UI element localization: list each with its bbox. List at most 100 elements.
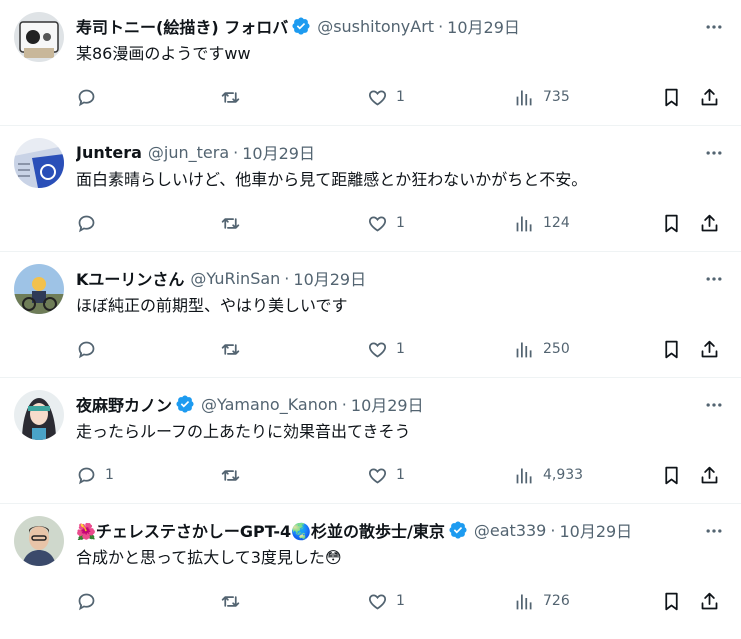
views-button[interactable]: 726 [514, 588, 570, 614]
bookmark-icon [665, 88, 678, 106]
tweet-text: 某86漫画のようですww [76, 44, 251, 63]
tweet[interactable]: 寿司トニー(絵描き) フォロバ @sushitonyArt · 10月29日 某… [0, 0, 741, 126]
tweet-date[interactable]: 10月29日 [447, 14, 520, 38]
reply-button[interactable] [76, 84, 105, 110]
heart-icon [368, 215, 387, 232]
tweet[interactable]: Juntera @jun_tera · 10月29日 面白素晴らしいけど、他車か… [0, 126, 741, 252]
more-icon[interactable] [701, 518, 727, 544]
bookmark-icon [665, 214, 678, 232]
separator-dot: · [284, 268, 290, 288]
author-handle[interactable]: @Yamano_Kanon [201, 395, 338, 414]
heart-icon [368, 467, 387, 484]
reply-icon [78, 215, 95, 232]
tweet-date[interactable]: 10月29日 [351, 392, 424, 416]
view-count: 726 [543, 593, 570, 609]
more-icon[interactable] [701, 140, 727, 166]
retweet-button[interactable] [220, 84, 249, 110]
like-button[interactable]: 1 [367, 462, 405, 488]
avatar[interactable] [14, 390, 64, 440]
author-name[interactable]: 寿司トニー(絵描き) フォロバ [76, 14, 288, 38]
tweet[interactable]: 夜麻野カノン @Yamano_Kanon · 10月29日 走ったらルーフの上あ… [0, 378, 741, 504]
share-icon [701, 592, 718, 609]
share-icon [701, 340, 718, 357]
bookmark-icon [665, 340, 678, 358]
reply-button[interactable] [76, 210, 105, 236]
more-icon[interactable] [701, 14, 727, 40]
like-button[interactable]: 1 [367, 588, 405, 614]
retweet-button[interactable] [220, 336, 249, 362]
heart-icon [368, 341, 387, 358]
views-button[interactable]: 250 [514, 336, 570, 362]
view-count: 4,933 [543, 467, 584, 483]
retweet-icon [221, 343, 240, 355]
avatar[interactable] [14, 264, 64, 314]
retweet-button[interactable] [220, 462, 249, 488]
author-name[interactable]: 🌺チェレステさかしーGPT-4🌏杉並の散歩士/東京 [76, 518, 445, 542]
tweet-header: Kユーリンさん @YuRinSan · 10月29日 [76, 264, 696, 292]
views-button[interactable]: 124 [514, 210, 570, 236]
tweet-actions: 1 726 [76, 588, 725, 614]
author-handle[interactable]: @YuRinSan [190, 269, 280, 288]
like-button[interactable]: 1 [367, 210, 405, 236]
bookmark-button[interactable] [661, 336, 682, 362]
share-icon [701, 466, 718, 483]
bookmark-button[interactable] [661, 588, 682, 614]
bookmark-button[interactable] [661, 210, 682, 236]
retweet-button[interactable] [220, 588, 249, 614]
tweet-date[interactable]: 10月29日 [559, 518, 632, 542]
tweet-header: 夜麻野カノン @Yamano_Kanon · 10月29日 [76, 390, 696, 418]
verified-badge-icon [176, 395, 194, 413]
like-count: 1 [396, 341, 405, 357]
tweet-text: 面白素晴らしいけど、他車から見て距離感とか狂わないかがちと不安。 [76, 170, 588, 189]
reply-icon [78, 341, 95, 358]
separator-dot: · [550, 520, 556, 540]
like-button[interactable]: 1 [367, 84, 405, 110]
bookmark-icon [665, 466, 678, 484]
author-name[interactable]: Juntera [76, 143, 142, 162]
verified-badge-icon [292, 17, 310, 35]
view-count: 735 [543, 89, 570, 105]
share-button[interactable] [699, 462, 720, 488]
bookmark-button[interactable] [661, 462, 682, 488]
reply-button[interactable] [76, 336, 105, 362]
verified-badge-icon [449, 521, 467, 539]
author-name[interactable]: Kユーリンさん [76, 266, 184, 290]
author-handle[interactable]: @sushitonyArt [317, 17, 434, 36]
tweet-header: 寿司トニー(絵描き) フォロバ @sushitonyArt · 10月29日 [76, 12, 696, 40]
avatar[interactable] [14, 516, 64, 566]
author-name[interactable]: 夜麻野カノン [76, 392, 172, 416]
views-icon [516, 468, 532, 483]
share-button[interactable] [699, 210, 720, 236]
more-icon[interactable] [701, 392, 727, 418]
author-handle[interactable]: @jun_tera [148, 143, 229, 162]
views-button[interactable]: 735 [514, 84, 570, 110]
like-button[interactable]: 1 [367, 336, 405, 362]
share-button[interactable] [699, 336, 720, 362]
tweet-date[interactable]: 10月29日 [293, 266, 366, 290]
like-count: 1 [396, 467, 405, 483]
tweet[interactable]: Kユーリンさん @YuRinSan · 10月29日 ほぼ純正の前期型、やはり美… [0, 252, 741, 378]
tweet-date[interactable]: 10月29日 [242, 140, 315, 164]
avatar[interactable] [14, 12, 64, 62]
views-icon [516, 342, 532, 357]
bookmark-button[interactable] [661, 84, 682, 110]
like-count: 1 [396, 215, 405, 231]
views-icon [516, 90, 532, 105]
avatar[interactable] [14, 138, 64, 188]
more-icon[interactable] [701, 266, 727, 292]
retweet-button[interactable] [220, 210, 249, 236]
retweet-icon [221, 91, 240, 103]
reply-button[interactable]: 1 [76, 462, 114, 488]
share-button[interactable] [699, 84, 720, 110]
author-handle[interactable]: @eat339 [474, 521, 546, 540]
views-button[interactable]: 4,933 [514, 462, 583, 488]
reply-button[interactable] [76, 588, 105, 614]
heart-icon [368, 89, 387, 106]
reply-count: 1 [105, 467, 114, 483]
tweet-actions: 1 1 4,933 [76, 462, 725, 488]
like-count: 1 [396, 593, 405, 609]
heart-icon [368, 593, 387, 610]
share-button[interactable] [699, 588, 720, 614]
tweet[interactable]: 🌺チェレステさかしーGPT-4🌏杉並の散歩士/東京 @eat339 · 10月2… [0, 504, 741, 630]
tweet-text: ほぼ純正の前期型、やはり美しいです [76, 296, 348, 315]
